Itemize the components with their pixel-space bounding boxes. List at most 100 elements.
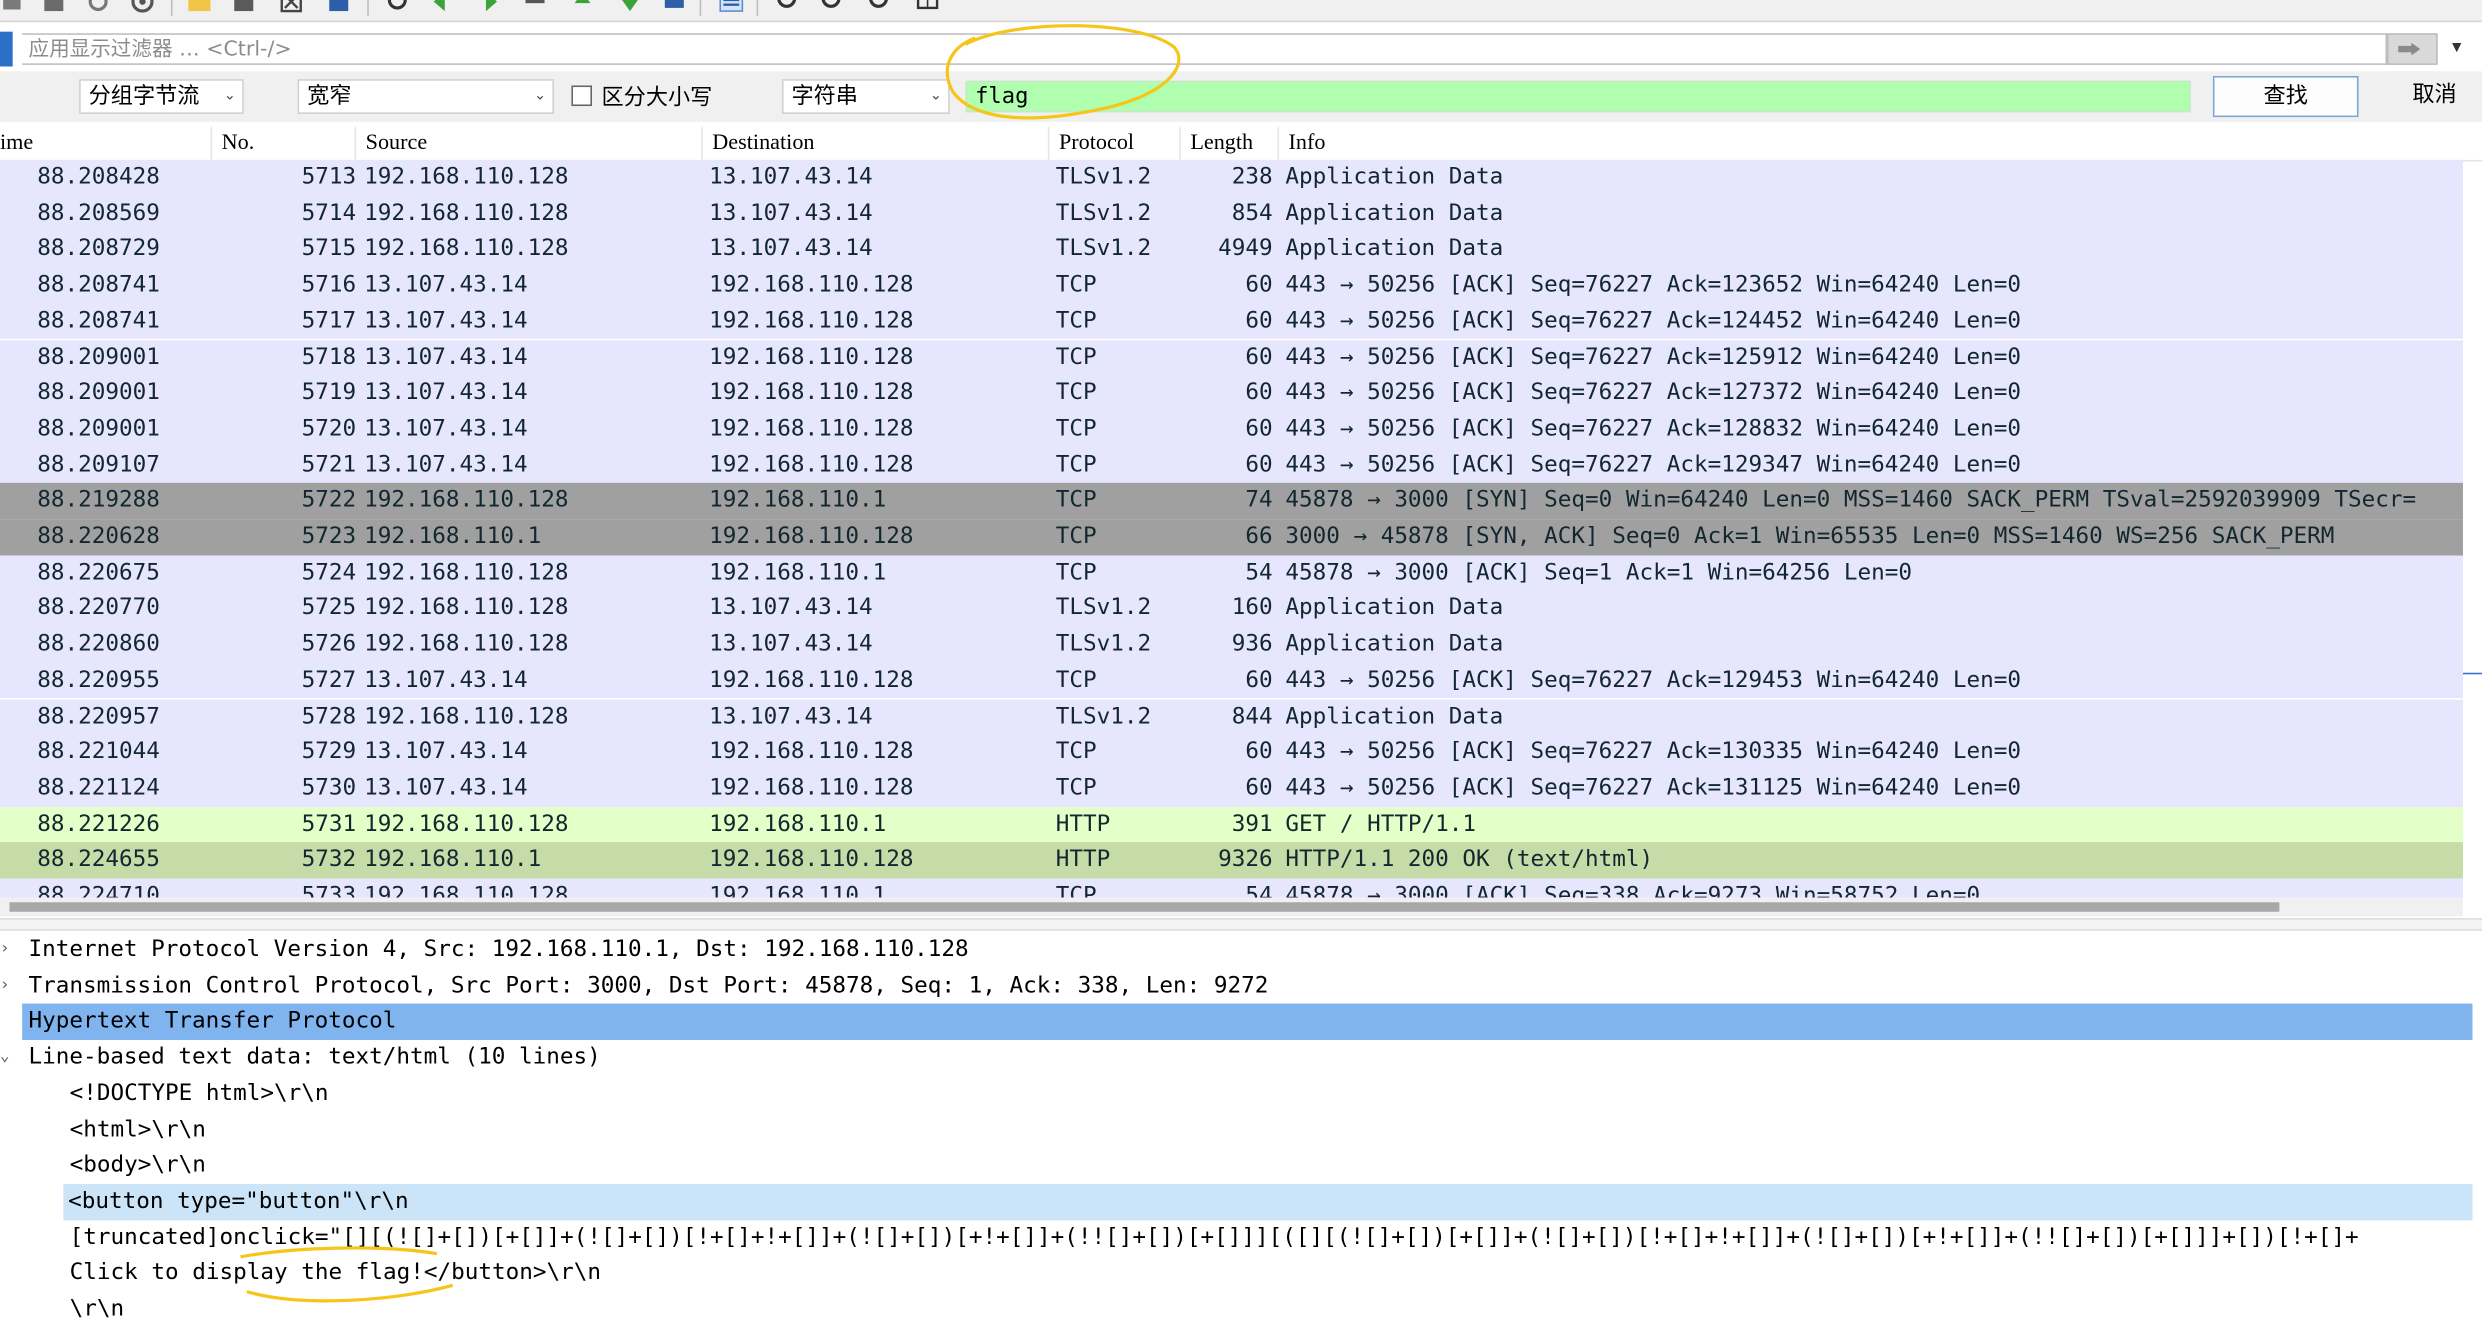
detail-tree-item[interactable]: Hypertext Transfer Protocol	[22, 1004, 2473, 1041]
case-sensitive-label: 区分大小写	[601, 85, 713, 111]
stop-capture-icon[interactable]	[0, 0, 25, 14]
toolbar-separator	[367, 0, 369, 16]
packet-cell-no: 5722	[301, 488, 357, 514]
packet-row[interactable]: 88.208569 5714 192.168.110.128 13.107.43.14…	[0, 195, 2463, 232]
filter-bookmark-button[interactable]	[0, 31, 13, 67]
case-sensitive-checkbox[interactable]	[571, 85, 593, 107]
detail-text: Transmission Control Protocol, Src Port:…	[28, 972, 1269, 999]
display-filter-input[interactable]: 应用显示过滤器 … <Ctrl-/>	[22, 33, 2388, 65]
go-to-packet-icon[interactable]	[522, 0, 547, 14]
column-header-info[interactable]: Info	[1277, 126, 2482, 160]
packet-cell-no: 5730	[301, 775, 357, 801]
packet-row[interactable]: 88.220957 5728 192.168.110.128 13.107.43.14…	[0, 698, 2463, 735]
detail-tree-item[interactable]: <html>\r\n	[0, 1112, 2472, 1148]
detail-tree-item[interactable]: › Transmission Control Protocol, Src Port…	[0, 968, 2472, 1004]
detail-tree-item[interactable]: <body>\r\n	[0, 1148, 2472, 1184]
packet-row[interactable]: 88.220675 5724 192.168.110.128 192.168.110.…	[0, 555, 2463, 592]
colorize-icon[interactable]	[719, 0, 744, 14]
packet-cell-no: 5729	[301, 739, 357, 765]
packet-cell-dst: 192.168.110.128	[709, 523, 914, 550]
pane-splitter[interactable]	[0, 918, 2482, 931]
go-forward-icon[interactable]	[475, 0, 500, 14]
save-file-icon[interactable]	[231, 0, 256, 14]
detail-tree-item[interactable]: › Internet Protocol Version 4, Src: 192.1…	[0, 932, 2472, 968]
packet-cell-dst: 192.168.110.128	[709, 667, 914, 693]
packet-row[interactable]: 88.221226 5731 192.168.110.128 192.168.110.…	[0, 806, 2463, 843]
close-file-icon[interactable]	[279, 0, 304, 14]
packet-row[interactable]: 88.220770 5725 192.168.110.128 13.107.43.14…	[0, 591, 2463, 627]
packet-row[interactable]: 88.224655 5732 192.168.110.1 192.168.110.12…	[0, 842, 2463, 879]
char-width-select[interactable]: 宽窄 ⌄	[297, 79, 555, 114]
zoom-out-icon[interactable]	[820, 0, 845, 14]
packet-row[interactable]: 88.209001 5718 13.107.43.14 192.168.110.128…	[0, 339, 2463, 376]
filter-history-dropdown-icon[interactable]: ▼	[2441, 33, 2473, 65]
apply-filter-button[interactable]	[2387, 33, 2438, 65]
detail-tree-item[interactable]: <button type="button"\r\n	[63, 1183, 2473, 1220]
detail-tree-item[interactable]: [truncated]onclick="[][(![]+[])[+[]]+(![…	[0, 1220, 2472, 1256]
column-header-length[interactable]: Length	[1179, 126, 1277, 160]
find-button[interactable]: 查找	[2212, 75, 2359, 118]
packet-row[interactable]: 88.208729 5715 192.168.110.128 13.107.43.14…	[0, 231, 2463, 268]
go-last-icon[interactable]	[617, 0, 642, 14]
restart-capture-icon[interactable]	[85, 0, 110, 14]
column-header-destination[interactable]: Destination	[701, 126, 1048, 160]
packet-row[interactable]: 88.220860 5726 192.168.110.128 13.107.43.14…	[0, 626, 2463, 663]
packet-cell-len: 60	[1245, 308, 1273, 334]
resize-columns-icon[interactable]	[915, 0, 940, 14]
stop-icon[interactable]	[41, 0, 66, 14]
open-file-icon[interactable]	[187, 0, 212, 14]
go-back-icon[interactable]	[431, 0, 456, 14]
packet-cell-time: 88.220675	[37, 559, 160, 586]
packet-cell-no: 5724	[301, 559, 357, 586]
packet-row[interactable]: 88.209001 5720 13.107.43.14 192.168.110.128…	[0, 411, 2463, 448]
packet-list[interactable]: 88.208428 5713 192.168.110.128 13.107.43.14…	[0, 159, 2463, 898]
packet-row[interactable]: 88.224710 5733 192.168.110.128 192.168.110.…	[0, 878, 2463, 898]
packet-cell-proto: TCP	[1055, 883, 1097, 898]
packet-cell-dst: 192.168.110.128	[709, 452, 914, 478]
packet-cell-dst: 192.168.110.1	[709, 559, 887, 586]
packet-cell-proto: TCP	[1055, 523, 1097, 550]
packet-row[interactable]: 88.208741 5716 13.107.43.14 192.168.110.128…	[0, 267, 2463, 304]
packet-cell-dst: 192.168.110.128	[709, 416, 914, 442]
search-in-select[interactable]: 分组字节流 ⌄	[79, 79, 244, 114]
packet-list-horizontal-scrollbar[interactable]	[0, 897, 2463, 917]
go-first-icon[interactable]	[570, 0, 595, 14]
packet-details-pane[interactable]: › Internet Protocol Version 4, Src: 192.1…	[0, 932, 2482, 1331]
packet-cell-dst: 192.168.110.128	[709, 272, 914, 298]
zoom-reset-icon[interactable]	[867, 0, 892, 14]
autoscroll-icon[interactable]	[662, 0, 687, 14]
detail-tree-item[interactable]: \r\n	[0, 1292, 2472, 1328]
zoom-in-icon[interactable]	[776, 0, 801, 14]
capture-options-icon[interactable]	[130, 0, 155, 14]
reload-file-icon[interactable]	[326, 0, 351, 14]
detail-tree-item[interactable]: ⌄ Line-based text data: text/html (10 lin…	[0, 1040, 2472, 1076]
packet-cell-len: 9326	[1218, 847, 1273, 873]
packet-row[interactable]: 88.208428 5713 192.168.110.128 13.107.43.14…	[0, 159, 2463, 196]
scrollbar-thumb[interactable]	[9, 902, 2280, 912]
packet-cell-src: 192.168.110.128	[364, 883, 569, 898]
column-header-no[interactable]: No.	[210, 126, 357, 160]
packet-cell-time: 88.208569	[37, 200, 160, 226]
search-type-select[interactable]: 字符串 ⌄	[781, 79, 950, 114]
collapse-arrow-icon[interactable]: ›	[0, 968, 19, 1004]
find-packet-icon[interactable]	[386, 0, 411, 14]
packet-row[interactable]: 88.220628 5723 192.168.110.1 192.168.110.12…	[0, 519, 2463, 556]
packet-row[interactable]: 88.220955 5727 13.107.43.14 192.168.110.128…	[0, 662, 2463, 699]
collapse-arrow-icon[interactable]: ›	[0, 932, 19, 968]
packet-row[interactable]: 88.209001 5719 13.107.43.14 192.168.110.128…	[0, 375, 2463, 412]
packet-row[interactable]: 88.208741 5717 13.107.43.14 192.168.110.128…	[0, 303, 2463, 340]
packet-row[interactable]: 88.219288 5722 192.168.110.128 192.168.110.…	[0, 483, 2463, 520]
packet-row[interactable]: 88.221044 5729 13.107.43.14 192.168.110.128…	[0, 734, 2463, 771]
find-search-input[interactable]: flag	[965, 80, 2191, 113]
cancel-button[interactable]: 取消	[2371, 75, 2482, 118]
detail-tree-item[interactable]: Click to display the flag!</button>\r\n	[0, 1256, 2472, 1292]
packet-cell-no: 5723	[301, 523, 357, 550]
column-header-time[interactable]: ime	[0, 127, 212, 160]
detail-tree-item[interactable]: <!DOCTYPE html>\r\n	[0, 1076, 2472, 1112]
column-header-protocol[interactable]: Protocol	[1047, 126, 1179, 160]
packet-row[interactable]: 88.221124 5730 13.107.43.14 192.168.110.128…	[0, 770, 2463, 807]
expand-arrow-icon[interactable]: ⌄	[0, 1040, 19, 1076]
packet-row[interactable]: 88.209107 5721 13.107.43.14 192.168.110.128…	[0, 447, 2463, 484]
column-header-source[interactable]: Source	[354, 126, 702, 160]
packet-cell-time: 88.221124	[37, 775, 160, 801]
